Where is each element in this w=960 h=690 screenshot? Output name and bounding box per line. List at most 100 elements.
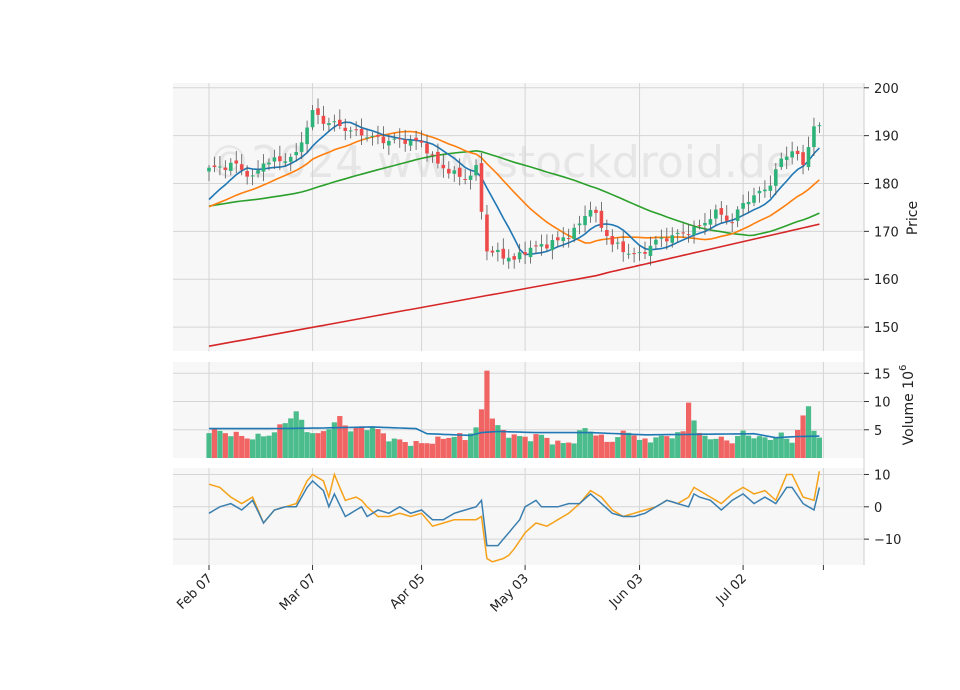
candle-body [338,119,342,126]
volume-bar [751,438,757,458]
candle-body [550,240,555,251]
candle-body [752,195,756,203]
volume-bar [647,442,654,458]
candle-body [708,219,713,225]
volume-bar [593,435,599,458]
candle-body [447,168,451,174]
candle-body [659,237,664,239]
candle-body [365,137,369,139]
candle-body [681,232,685,234]
candle-body [637,252,642,254]
candle-body [250,175,255,177]
candle-body [332,121,337,123]
volume-bar [713,438,719,458]
volume-bar [233,431,239,458]
volume-bar [380,433,386,458]
volume-bar [299,419,305,458]
candle-body [512,256,516,260]
candle-body [675,232,680,234]
price-tick-label: 190 [874,130,899,145]
oscillator-panel-bg [173,468,864,565]
x-tick-label: Mar 07 [277,571,320,614]
volume-bar [517,436,523,458]
candle-body [441,164,446,169]
candle-body [436,151,440,164]
candle-body [414,137,418,141]
volume-bar [457,433,463,458]
candle-body [212,165,217,168]
candle-body [801,152,805,165]
candle-body [757,190,762,194]
oscillator-tick-label: 10 [874,468,891,483]
candle-body [381,136,386,144]
volume-bar [500,429,506,458]
candle-body [496,249,500,253]
candle-body [354,129,358,131]
volume-bar [566,442,572,458]
candle-body [605,230,609,236]
volume-bar [549,444,555,458]
volume-bar [293,411,299,458]
candle-body [610,236,615,245]
chart-canvas: ©2024 www.stockdroid.de 1501601701801902… [173,82,921,615]
candle-body [479,163,484,212]
volume-bar [413,440,419,458]
candle-body [278,156,282,162]
volume-bar [686,402,692,458]
volume-bar [527,441,534,458]
volume-bar [217,430,223,458]
candle-body [523,252,527,255]
candle-body [490,250,495,253]
volume-bar [615,437,621,458]
candle-body [245,170,249,177]
volume-bar [784,438,790,458]
candle-body [583,216,587,226]
volume-bar [805,406,812,458]
candle-body [283,161,288,163]
volume-bar [773,438,779,458]
candle-body [534,245,538,247]
volume-bar [369,427,376,458]
candle-body [670,235,675,243]
volume-bar [718,436,724,458]
candle-body [517,252,522,260]
volume-axis-label-text: Volume 10 [901,371,917,445]
candle-body [686,234,691,236]
candle-body [572,227,576,240]
volume-bar [353,427,359,458]
volume-bar [386,441,392,458]
volume-bar [626,432,632,458]
candle-body [419,140,424,143]
candle-body [768,185,773,191]
candle-body [746,201,751,205]
price-tick-label: 160 [874,273,899,288]
volume-bar [206,433,212,458]
price-axis-label: Price [905,201,921,235]
candle-body [376,134,380,137]
volume-bar [571,443,577,458]
volume-axis-label-exponent: 6 [898,365,909,371]
volume-bar [402,442,408,458]
volume-bar [260,436,267,458]
candle-body [790,151,794,158]
volume-bar [560,443,566,458]
volume-bar [642,438,648,458]
volume-bar [462,440,468,458]
candle-body [599,210,604,228]
volume-bar [320,431,327,458]
candle-body [506,257,511,262]
candle-body [817,125,822,127]
volume-bar [244,438,250,458]
candle-body [632,253,636,255]
volume-bar [288,418,294,458]
volume-bar [636,439,643,458]
volume-bar [337,416,343,458]
candle-body [474,165,478,176]
volume-bar [309,433,316,458]
volume-bar [816,437,822,458]
volume-bar [435,436,441,458]
price-tick-label: 170 [874,225,899,240]
candle-body [703,222,707,226]
price-tick-label: 180 [874,178,899,193]
volume-bar [587,431,594,458]
